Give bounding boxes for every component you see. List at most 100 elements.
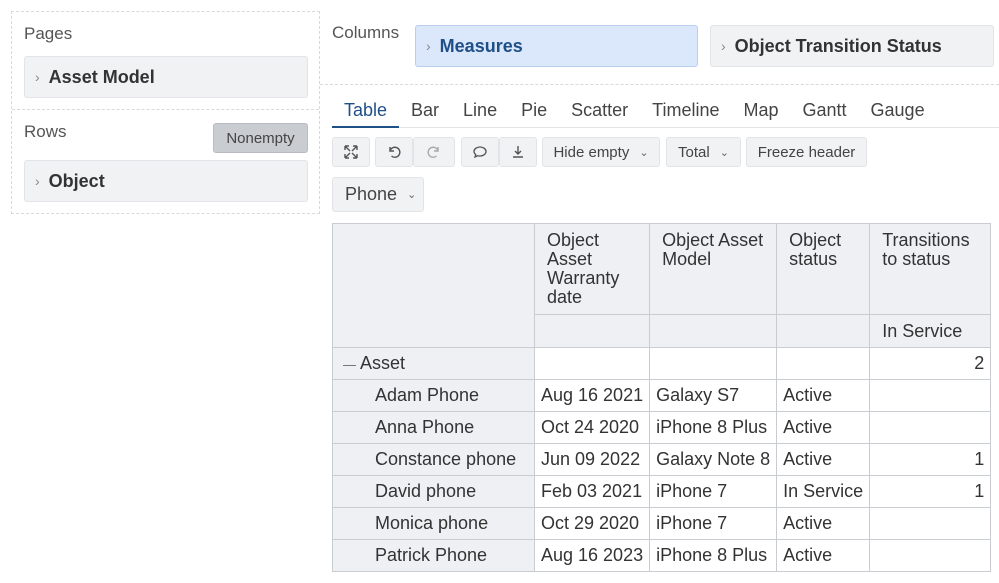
table-row: Monica phone Oct 29 2020 iPhone 7 Active bbox=[332, 507, 992, 540]
cell: Aug 16 2021 bbox=[533, 379, 651, 412]
rows-label: Rows bbox=[24, 122, 67, 141]
table-row: David phone Feb 03 2021 iPhone 7 In Serv… bbox=[332, 475, 992, 508]
columns-chip-measures[interactable]: › Measures bbox=[415, 25, 698, 67]
hide-empty-label: Hide empty bbox=[553, 143, 630, 161]
hide-empty-dropdown[interactable]: Hide empty ⌄ bbox=[542, 137, 660, 167]
table-row: — Asset 2 bbox=[332, 347, 992, 380]
cell bbox=[869, 539, 992, 572]
collapse-icon[interactable]: — bbox=[343, 357, 356, 372]
total-dropdown[interactable]: Total ⌄ bbox=[666, 137, 741, 167]
cell: iPhone 7 bbox=[649, 507, 778, 540]
chevron-down-icon: ⌄ bbox=[407, 189, 417, 201]
cell: Active bbox=[776, 443, 871, 476]
comment-button[interactable] bbox=[461, 137, 499, 167]
column-header[interactable]: Transitions to status bbox=[869, 223, 992, 315]
panel-divider bbox=[12, 109, 319, 110]
cell: In Service bbox=[776, 475, 871, 508]
pages-rows-panel: Pages › Asset Model Rows Nonempty › Obje… bbox=[11, 11, 320, 214]
download-icon bbox=[513, 146, 523, 158]
tab-gantt[interactable]: Gantt bbox=[791, 98, 859, 128]
download-button[interactable] bbox=[499, 137, 537, 167]
row-label[interactable]: Constance phone bbox=[332, 443, 535, 476]
tab-line[interactable]: Line bbox=[451, 98, 509, 128]
group-label: Asset bbox=[360, 353, 406, 373]
chevron-down-icon: ⌄ bbox=[719, 146, 729, 159]
tab-map[interactable]: Map bbox=[731, 98, 790, 128]
cell: Jun 09 2022 bbox=[533, 443, 651, 476]
corner-cell bbox=[332, 223, 535, 348]
comment-icon bbox=[473, 146, 487, 159]
group-row-label[interactable]: — Asset bbox=[332, 347, 535, 380]
pages-chip-asset-model[interactable]: › Asset Model bbox=[24, 56, 308, 98]
cell bbox=[776, 347, 871, 380]
cell: Active bbox=[776, 539, 871, 572]
row-label[interactable]: Adam Phone bbox=[332, 379, 535, 412]
cell bbox=[649, 347, 778, 380]
table-row: Adam Phone Aug 16 2021 Galaxy S7 Active bbox=[332, 379, 992, 412]
row-label[interactable]: Monica phone bbox=[332, 507, 535, 540]
subheader-empty bbox=[776, 314, 871, 348]
undo-icon bbox=[389, 146, 401, 158]
cell: iPhone 7 bbox=[649, 475, 778, 508]
columns-panel: Columns › Measures › Object Transition S… bbox=[320, 11, 999, 85]
rows-chip-object[interactable]: › Object bbox=[24, 160, 308, 202]
phone-filter-dropdown[interactable]: Phone ⌄ bbox=[332, 177, 424, 212]
row-label[interactable]: Patrick Phone bbox=[332, 539, 535, 572]
cell bbox=[869, 379, 992, 412]
row-label[interactable]: David phone bbox=[332, 475, 535, 508]
redo-button[interactable] bbox=[413, 137, 455, 167]
columns-chip-label: Measures bbox=[439, 35, 523, 56]
pages-chip-label: Asset Model bbox=[48, 66, 155, 87]
subheader-empty bbox=[533, 314, 651, 348]
table-row: Anna Phone Oct 24 2020 iPhone 8 Plus Act… bbox=[332, 411, 992, 444]
columns-label: Columns bbox=[332, 23, 400, 42]
chevron-right-icon: › bbox=[426, 38, 431, 54]
tab-gauge[interactable]: Gauge bbox=[859, 98, 937, 128]
cell: Active bbox=[776, 411, 871, 444]
phone-filter-label: Phone bbox=[345, 184, 398, 204]
subheader-in-service[interactable]: In Service bbox=[869, 314, 992, 348]
chevron-down-icon: ⌄ bbox=[639, 146, 649, 159]
nonempty-button[interactable]: Nonempty bbox=[213, 123, 308, 153]
columns-chip-object-transition-status[interactable]: › Object Transition Status bbox=[710, 25, 994, 67]
expand-icon bbox=[344, 145, 358, 159]
cell: Aug 16 2023 bbox=[533, 539, 651, 572]
cell: Active bbox=[776, 379, 871, 412]
chevron-right-icon: › bbox=[35, 69, 40, 85]
cell: Galaxy S7 bbox=[649, 379, 778, 412]
cell bbox=[533, 347, 651, 380]
cell: Galaxy Note 8 bbox=[649, 443, 778, 476]
cell bbox=[869, 507, 992, 540]
chevron-right-icon: › bbox=[35, 173, 40, 189]
undo-button[interactable] bbox=[375, 137, 413, 167]
pages-label: Pages bbox=[24, 24, 73, 43]
tab-pie[interactable]: Pie bbox=[509, 98, 559, 128]
row-label[interactable]: Anna Phone bbox=[332, 411, 535, 444]
cell: iPhone 8 Plus bbox=[649, 539, 778, 572]
cell: 1 bbox=[869, 443, 992, 476]
tab-scatter[interactable]: Scatter bbox=[559, 98, 640, 128]
chevron-right-icon: › bbox=[721, 38, 726, 54]
table-row: Patrick Phone Aug 16 2023 iPhone 8 Plus … bbox=[332, 539, 992, 572]
column-header[interactable]: Object status bbox=[776, 223, 871, 315]
freeze-header-button[interactable]: Freeze header bbox=[746, 137, 867, 167]
rows-chip-label: Object bbox=[48, 170, 105, 191]
cell: Feb 03 2021 bbox=[533, 475, 651, 508]
cell: 1 bbox=[869, 475, 992, 508]
chart-type-tabs: Table Bar Line Pie Scatter Timeline Map … bbox=[332, 98, 999, 128]
cell bbox=[869, 411, 992, 444]
table-row: Constance phone Jun 09 2022 Galaxy Note … bbox=[332, 443, 992, 476]
cell: Oct 29 2020 bbox=[533, 507, 651, 540]
fullscreen-button[interactable] bbox=[332, 137, 370, 167]
cell: 2 bbox=[869, 347, 992, 380]
tab-timeline[interactable]: Timeline bbox=[640, 98, 731, 128]
redo-icon bbox=[427, 146, 439, 158]
results-table: Object Asset Warranty date Object Asset … bbox=[332, 223, 992, 572]
column-header[interactable]: Object Asset Model bbox=[649, 223, 778, 315]
cell: Active bbox=[776, 507, 871, 540]
cell: Oct 24 2020 bbox=[533, 411, 651, 444]
total-label: Total bbox=[678, 143, 710, 161]
tab-bar[interactable]: Bar bbox=[399, 98, 451, 128]
column-header[interactable]: Object Asset Warranty date bbox=[533, 223, 651, 315]
tab-table[interactable]: Table bbox=[332, 98, 400, 128]
